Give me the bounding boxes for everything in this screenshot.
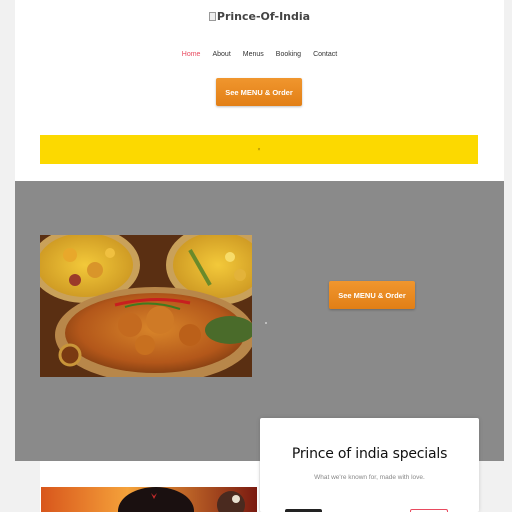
hero-see-menu-order-button[interactable]: See MENU & Order	[329, 281, 415, 309]
specials-subtitle: What we're known for, made with love.	[314, 474, 425, 481]
nav-menus[interactable]: Menus	[237, 51, 270, 58]
curry-dishes-illustration	[40, 235, 252, 377]
nav-contact[interactable]: Contact	[307, 51, 343, 58]
nav-booking[interactable]: Booking	[270, 51, 307, 58]
site-header: Prince-Of-India Home About Menus Booking…	[15, 0, 504, 133]
logo-alt-text: Prince-Of-India	[216, 10, 311, 23]
promo-banner-illustration	[41, 487, 257, 512]
see-menu-order-button[interactable]: See MENU & Order	[216, 78, 302, 106]
carousel-dot[interactable]	[265, 322, 267, 324]
specials-title: Prince of india specials	[291, 446, 448, 462]
specials-card: Prince of india specials What we're know…	[260, 418, 479, 512]
notice-close-icon[interactable]: ×	[258, 147, 261, 153]
promo-card-image	[41, 487, 257, 512]
nav-home[interactable]: Home	[176, 51, 207, 58]
broken-image-icon	[208, 12, 216, 21]
nav-about[interactable]: About	[206, 51, 236, 58]
site-logo[interactable]: Prince-Of-India	[15, 10, 504, 23]
main-nav: Home About Menus Booking Contact	[15, 51, 504, 58]
notice-bar: ×	[40, 135, 478, 164]
hero-food-image	[40, 235, 252, 377]
